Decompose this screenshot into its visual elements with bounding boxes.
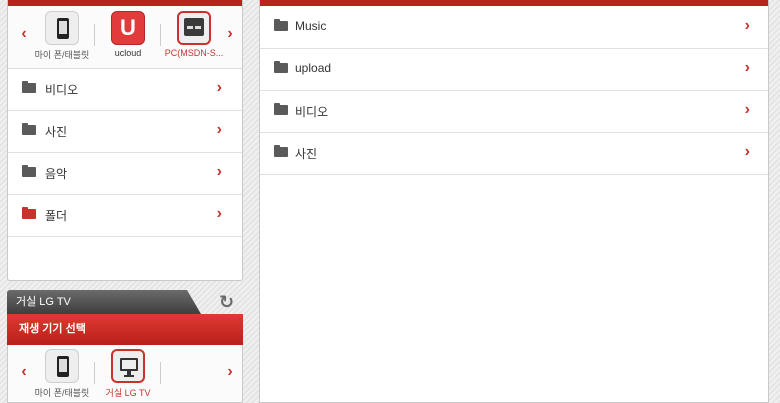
chevron-right-icon: › — [744, 143, 750, 160]
player-tab[interactable]: 거실 LG TV — [7, 290, 201, 314]
next-device-arrow[interactable]: › — [224, 26, 236, 42]
chevron-right-icon: › — [216, 121, 222, 138]
file-list-item-video[interactable]: 비디오 › — [260, 90, 768, 133]
device-label: 거실 LG TV — [105, 388, 151, 398]
folder-icon — [22, 165, 36, 177]
tv-icon — [111, 349, 145, 383]
player-device-selector: ‹ 마이 폰/태블릿 거실 LG TV › — [7, 345, 243, 403]
phone-icon — [45, 349, 79, 383]
phone-icon — [45, 11, 79, 45]
device-label: ucloud — [114, 48, 142, 58]
left-list-item-folder[interactable]: 폴더 › — [8, 194, 242, 237]
list-item-label: 음악 — [45, 167, 68, 181]
device-label: PC(MSDN-S... — [164, 48, 224, 58]
refresh-icon[interactable]: ↻ — [219, 292, 234, 313]
left-list-item-photo[interactable]: 사진 › — [8, 110, 242, 153]
ucloud-icon: U — [111, 11, 145, 45]
source-panel: ‹ 마이 폰/태블릿 U ucloud PC(MSDN-S... › 비디오 ›… — [7, 0, 243, 281]
player-device-living-room-tv[interactable]: 거실 LG TV — [94, 349, 162, 399]
left-list-item-music[interactable]: 음악 › — [8, 152, 242, 195]
file-list-panel: Music › upload › 비디오 › 사진 › — [259, 0, 769, 403]
folder-icon — [274, 61, 288, 73]
pc-server-icon — [177, 11, 211, 45]
file-list-item-upload[interactable]: upload › — [260, 48, 768, 91]
device-pc[interactable]: PC(MSDN-S... — [160, 11, 228, 58]
folder-icon — [274, 103, 288, 115]
device-label: 마이 폰/태블릿 — [34, 388, 90, 398]
file-list-item-music[interactable]: Music › — [260, 6, 768, 49]
list-item-label: 사진 — [295, 147, 318, 161]
file-list-item-photo[interactable]: 사진 › — [260, 132, 768, 175]
source-device-selector: ‹ 마이 폰/태블릿 U ucloud PC(MSDN-S... › — [8, 6, 242, 69]
folder-icon — [22, 207, 36, 219]
folder-icon — [22, 123, 36, 135]
player-select-header: 재생 기기 선택 — [7, 314, 243, 345]
list-item-label: 비디오 — [295, 105, 329, 119]
device-ucloud[interactable]: U ucloud — [94, 11, 162, 58]
chevron-right-icon: › — [216, 79, 222, 96]
folder-icon — [274, 19, 288, 31]
list-item-label: 폴더 — [45, 209, 68, 223]
list-item-label: upload — [295, 61, 332, 75]
list-item-label: 사진 — [45, 125, 68, 139]
chevron-right-icon: › — [216, 163, 222, 180]
chevron-right-icon: › — [744, 59, 750, 76]
folder-icon — [274, 145, 288, 157]
next-player-arrow[interactable]: › — [224, 364, 236, 380]
left-list-item-video[interactable]: 비디오 › — [8, 68, 242, 111]
list-item-label: 비디오 — [45, 83, 79, 97]
chevron-right-icon: › — [216, 205, 222, 222]
list-item-label: Music — [295, 19, 327, 33]
device-label: 마이 폰/태블릿 — [34, 50, 90, 60]
chevron-right-icon: › — [744, 101, 750, 118]
ucloud-glyph: U — [120, 15, 136, 40]
player-panel: 거실 LG TV ↻ 재생 기기 선택 ‹ 마이 폰/태블릿 거실 LG TV … — [7, 290, 243, 403]
folder-icon — [22, 81, 36, 93]
device-my-phone[interactable]: 마이 폰/태블릿 — [28, 11, 96, 61]
chevron-right-icon: › — [744, 17, 750, 34]
player-device-my-phone[interactable]: 마이 폰/태블릿 — [28, 349, 96, 399]
